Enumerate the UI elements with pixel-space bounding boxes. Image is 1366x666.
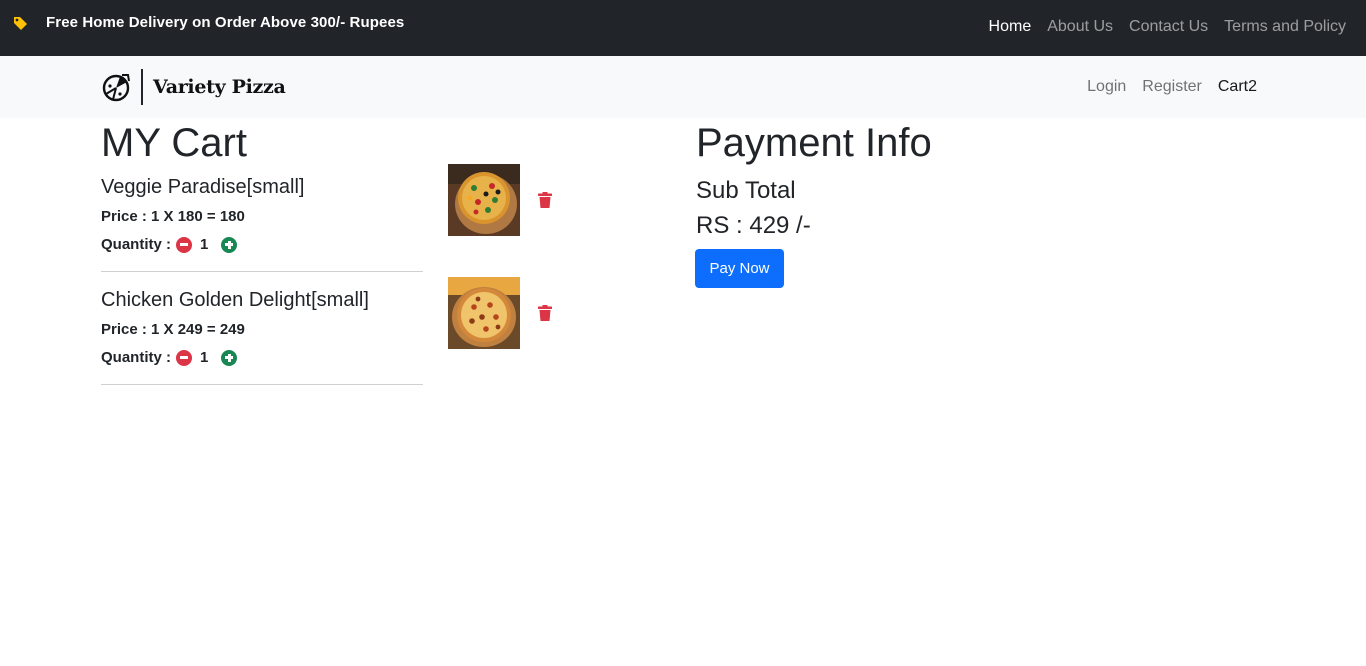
brand-divider bbox=[141, 69, 143, 105]
quantity-label: Quantity : bbox=[101, 349, 171, 366]
delete-item-icon[interactable] bbox=[538, 192, 552, 208]
nav-terms-link[interactable]: Terms and Policy bbox=[1224, 18, 1346, 36]
promo-text: Free Home Delivery on Order Above 300/- … bbox=[46, 14, 405, 31]
quantity-row: Quantity : 1 bbox=[101, 349, 238, 366]
item-price: Price : 1 X 180 = 180 bbox=[101, 208, 245, 225]
cart-item: Chicken Golden Delight[small] Price : 1 … bbox=[101, 277, 571, 389]
item-price: Price : 1 X 249 = 249 bbox=[101, 321, 245, 338]
user-nav: Login Register Cart2 bbox=[1087, 78, 1257, 96]
quantity-value: 1 bbox=[200, 236, 209, 253]
item-name: Veggie Paradise[small] bbox=[101, 176, 305, 198]
payment-title: Payment Info bbox=[696, 121, 932, 165]
increase-quantity-button[interactable] bbox=[221, 236, 238, 253]
top-nav: Home About Us Contact Us Terms and Polic… bbox=[989, 18, 1346, 36]
brand-name: Variety Pizza bbox=[153, 76, 286, 98]
chicken-pizza-image bbox=[448, 277, 520, 349]
veggie-pizza-image bbox=[448, 164, 520, 236]
nav-about-link[interactable]: About Us bbox=[1047, 18, 1113, 36]
cart-title: MY Cart bbox=[101, 121, 247, 165]
decrease-quantity-button[interactable] bbox=[176, 236, 192, 253]
item-divider bbox=[101, 271, 423, 272]
quantity-row: Quantity : 1 bbox=[101, 236, 238, 253]
subtotal-value: RS : 429 /- bbox=[696, 212, 811, 239]
login-link[interactable]: Login bbox=[1087, 78, 1126, 96]
tag-icon bbox=[14, 16, 27, 30]
subtotal-label: Sub Total bbox=[696, 177, 796, 204]
pay-now-button[interactable]: Pay Now bbox=[695, 249, 784, 288]
promo-banner: Free Home Delivery on Order Above 300/- … bbox=[12, 14, 404, 31]
item-name: Chicken Golden Delight[small] bbox=[101, 289, 369, 311]
main-navbar: Variety Pizza Login Register Cart2 bbox=[0, 56, 1366, 118]
cart-item: Veggie Paradise[small] Price : 1 X 180 =… bbox=[101, 164, 571, 276]
pizza-logo-icon bbox=[102, 74, 130, 102]
quantity-label: Quantity : bbox=[101, 236, 171, 253]
brand[interactable]: Variety Pizza bbox=[101, 69, 286, 105]
increase-quantity-button[interactable] bbox=[221, 349, 238, 366]
delete-item-icon[interactable] bbox=[538, 305, 552, 321]
decrease-quantity-button[interactable] bbox=[176, 349, 192, 366]
cart-link[interactable]: Cart2 bbox=[1218, 78, 1257, 96]
quantity-value: 1 bbox=[200, 349, 209, 366]
nav-home-link[interactable]: Home bbox=[989, 18, 1032, 36]
top-bar: Free Home Delivery on Order Above 300/- … bbox=[0, 0, 1366, 56]
nav-contact-link[interactable]: Contact Us bbox=[1129, 18, 1208, 36]
register-link[interactable]: Register bbox=[1142, 78, 1202, 96]
item-divider bbox=[101, 384, 423, 385]
